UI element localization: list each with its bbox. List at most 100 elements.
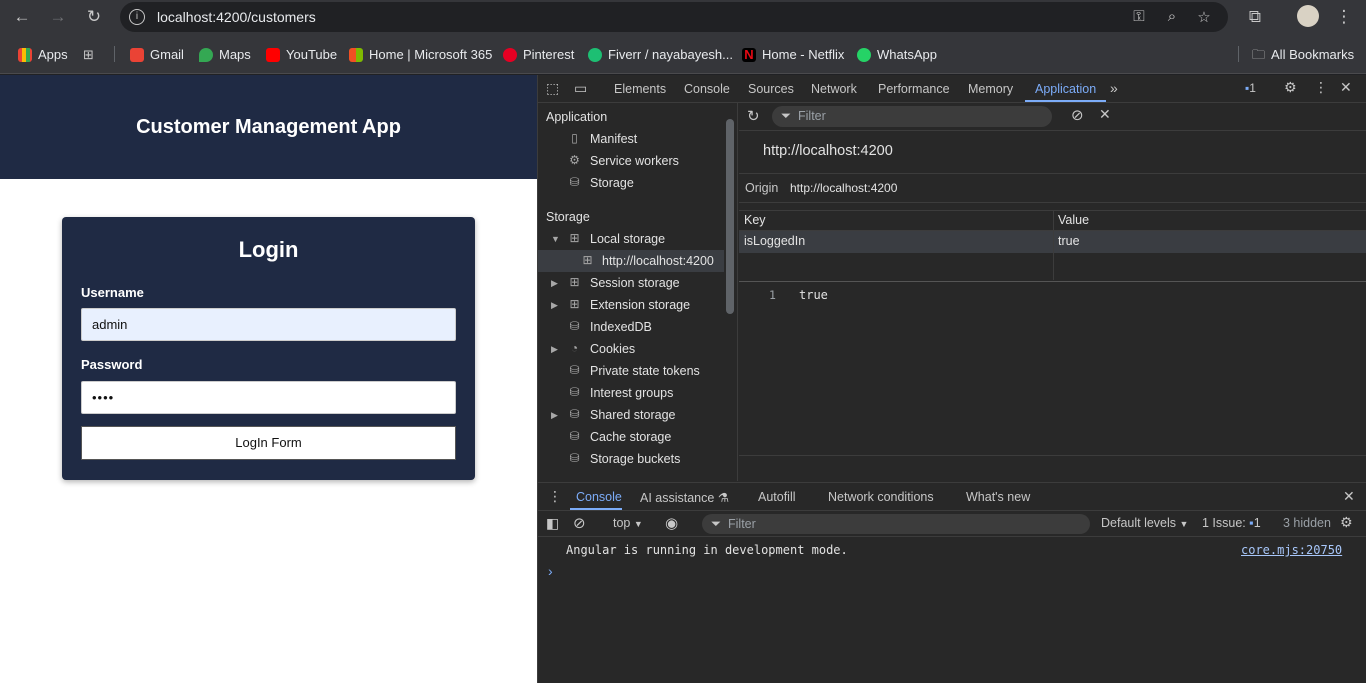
bookmark-pinterest[interactable]: Pinterest [503,46,574,64]
all-bookmarks-button[interactable]: 🗀 All Bookmarks [1252,46,1354,64]
drawer-tab-network-conditions[interactable]: Network conditions [828,490,934,504]
drawer-menu-kebab-icon[interactable]: ⋮ [548,488,562,505]
zoom-icon[interactable]: ⌕ [1163,8,1181,25]
expand-right-arrow-icon[interactable]: ▶ [551,338,558,360]
address-bar[interactable]: i localhost:4200/customers ⚿ ⌕ ☆ [120,2,1228,32]
issues-badge[interactable]: ▪1 [1245,81,1256,95]
back-arrow-icon[interactable]: ← [11,6,33,28]
active-tab-indicator [1025,100,1106,102]
console-drawer: ⋮ Console AI assistance ⚗ Autofill Netwo… [538,482,1366,683]
expand-right-arrow-icon[interactable]: ▶ [551,272,558,294]
clear-console-icon[interactable]: ⊘ [573,514,586,532]
sidebar-heading-application: Application [546,110,608,124]
drawer-tab-autofill[interactable]: Autofill [758,490,796,504]
sidebar-item-shared-storage[interactable]: ▶ ⛁ Shared storage [538,404,724,426]
app-header: Customer Management App [0,75,537,179]
device-toolbar-icon[interactable]: ▭ [574,80,587,97]
database-icon: ⛁ [569,429,580,443]
bookmark-netflix[interactable]: N Home - Netflix [742,46,844,64]
drawer-tab-ai-assistance[interactable]: AI assistance ⚗ [640,490,729,505]
bookmark-fiverr[interactable]: Fiverr / nayabayesh... [588,46,733,64]
eye-icon[interactable]: ◉ [665,514,678,532]
app-title: Customer Management App [136,116,401,138]
console-message-source-link[interactable]: core.mjs:20750 [1241,543,1342,557]
login-submit-button[interactable]: LogIn Form [81,426,456,460]
console-filter-input[interactable]: ⏷ Filter [702,514,1090,534]
login-heading: Login [238,237,299,262]
sidebar-item-session-storage[interactable]: ▶ ⊞ Session storage [538,272,724,294]
username-input[interactable]: admin [81,308,456,341]
sidebar-item-cache-storage[interactable]: ⛁ Cache storage [538,426,724,448]
storage-view: ↻ ⏷ Filter ⊘ ✕ http://localhost:4200 Ori… [739,103,1366,481]
clear-all-icon[interactable]: ⊘ [1071,106,1084,124]
origin-row: Origin http://localhost:4200 [739,173,1366,203]
context-selector[interactable]: top ▼ [613,516,643,530]
sidebar-item-cookies[interactable]: ▶ ◔ Cookies [538,338,724,360]
sidebar-item-local-storage[interactable]: ▼ ⊞ Local storage [538,228,724,250]
sidebar-item-localhost-origin[interactable]: ⊞ http://localhost:4200 [538,250,724,272]
sidebar-scrollbar[interactable] [726,119,734,314]
sidebar-item-extension-storage[interactable]: ▶ ⊞ Extension storage [538,294,724,316]
password-label: Password [81,357,143,372]
expand-right-arrow-icon[interactable]: ▶ [551,404,558,426]
forward-arrow-icon[interactable]: → [47,6,69,28]
username-label: Username [81,285,144,300]
key-icon[interactable]: ⚿ [1130,8,1148,25]
expand-right-arrow-icon[interactable]: ▶ [551,294,558,316]
tab-elements[interactable]: Elements [614,82,666,96]
devtools-panel: ⬚ ▭ Elements Console Sources Network Per… [537,75,1366,683]
close-drawer-icon[interactable]: ✕ [1343,488,1355,505]
expand-down-arrow-icon[interactable]: ▼ [551,228,560,250]
password-input[interactable]: •••• [81,381,456,414]
tab-console[interactable]: Console [684,82,730,96]
sidebar-item-storage-buckets[interactable]: ⛁ Storage buckets [538,448,724,470]
bookmark-whatsapp[interactable]: WhatsApp [857,46,937,64]
drawer-tab-whats-new[interactable]: What's new [966,490,1030,504]
sidebar-item-indexeddb[interactable]: ⛁ IndexedDB [538,316,724,338]
storage-toolbar: ↻ ⏷ Filter ⊘ ✕ [739,103,1366,131]
tab-network[interactable]: Network [811,82,857,96]
drawer-tab-console[interactable]: Console [576,490,622,504]
storage-filter-input[interactable]: ⏷ Filter [772,106,1052,127]
console-settings-gear-icon[interactable]: ⚙ [1340,514,1353,531]
sidebar-item-service-workers[interactable]: ⚙ Service workers [538,150,724,172]
inspect-element-icon[interactable]: ⬚ [546,80,559,97]
sidebar-item-manifest[interactable]: ▯ Manifest [538,128,724,150]
sidebar-item-storage[interactable]: ⛁ Storage [538,172,724,194]
bookmark-apps[interactable]: Apps [18,46,68,64]
site-info-icon[interactable]: i [129,9,145,25]
bookmark-maps[interactable]: Maps [199,46,251,64]
sidebar-item-private-state-tokens[interactable]: ⛁ Private state tokens [538,360,724,382]
bookmark-gmail[interactable]: Gmail [130,46,184,64]
column-key[interactable]: Key [744,210,766,231]
bookmark-microsoft365[interactable]: Home | Microsoft 365 [349,46,492,64]
row-value[interactable]: true [1058,231,1080,252]
refresh-icon[interactable]: ↻ [747,107,760,125]
tab-performance[interactable]: Performance [878,82,950,96]
bookmark-youtube[interactable]: YouTube [266,46,337,64]
column-value[interactable]: Value [1058,210,1089,231]
tab-memory[interactable]: Memory [968,82,1013,96]
sidebar-toggle-icon[interactable]: ◧ [546,515,559,532]
tab-application[interactable]: Application [1035,82,1096,96]
console-toolbar: ◧ ⊘ top ▼ ◉ ⏷ Filter Default levels ▼ 1 … [538,511,1366,537]
close-devtools-icon[interactable]: ✕ [1340,79,1352,96]
delete-selected-icon[interactable]: ✕ [1099,106,1111,123]
issues-button[interactable]: 1 Issue: ▪1 [1202,516,1261,530]
console-prompt-chevron-icon[interactable]: › [548,563,553,579]
devtools-menu-kebab-icon[interactable]: ⋮ [1314,79,1328,96]
star-icon[interactable]: ☆ [1195,8,1213,26]
hidden-count: 3 hidden [1283,516,1331,530]
settings-gear-icon[interactable]: ⚙ [1284,79,1297,96]
reload-icon[interactable]: ↻ [83,6,105,28]
tab-groups-grid-icon[interactable]: ⊞ [83,46,94,64]
extensions-icon[interactable]: ⧉ [1244,6,1266,28]
menu-kebab-icon[interactable]: ⋮ [1333,6,1355,28]
sidebar-item-interest-groups[interactable]: ⛁ Interest groups [538,382,724,404]
address-url[interactable]: localhost:4200/customers [157,9,316,25]
more-tabs-chevron-icon[interactable]: » [1110,80,1118,96]
log-levels-dropdown[interactable]: Default levels ▼ [1101,516,1188,530]
row-key[interactable]: isLoggedIn [744,231,805,252]
tab-sources[interactable]: Sources [748,82,794,96]
profile-avatar[interactable] [1297,5,1319,27]
